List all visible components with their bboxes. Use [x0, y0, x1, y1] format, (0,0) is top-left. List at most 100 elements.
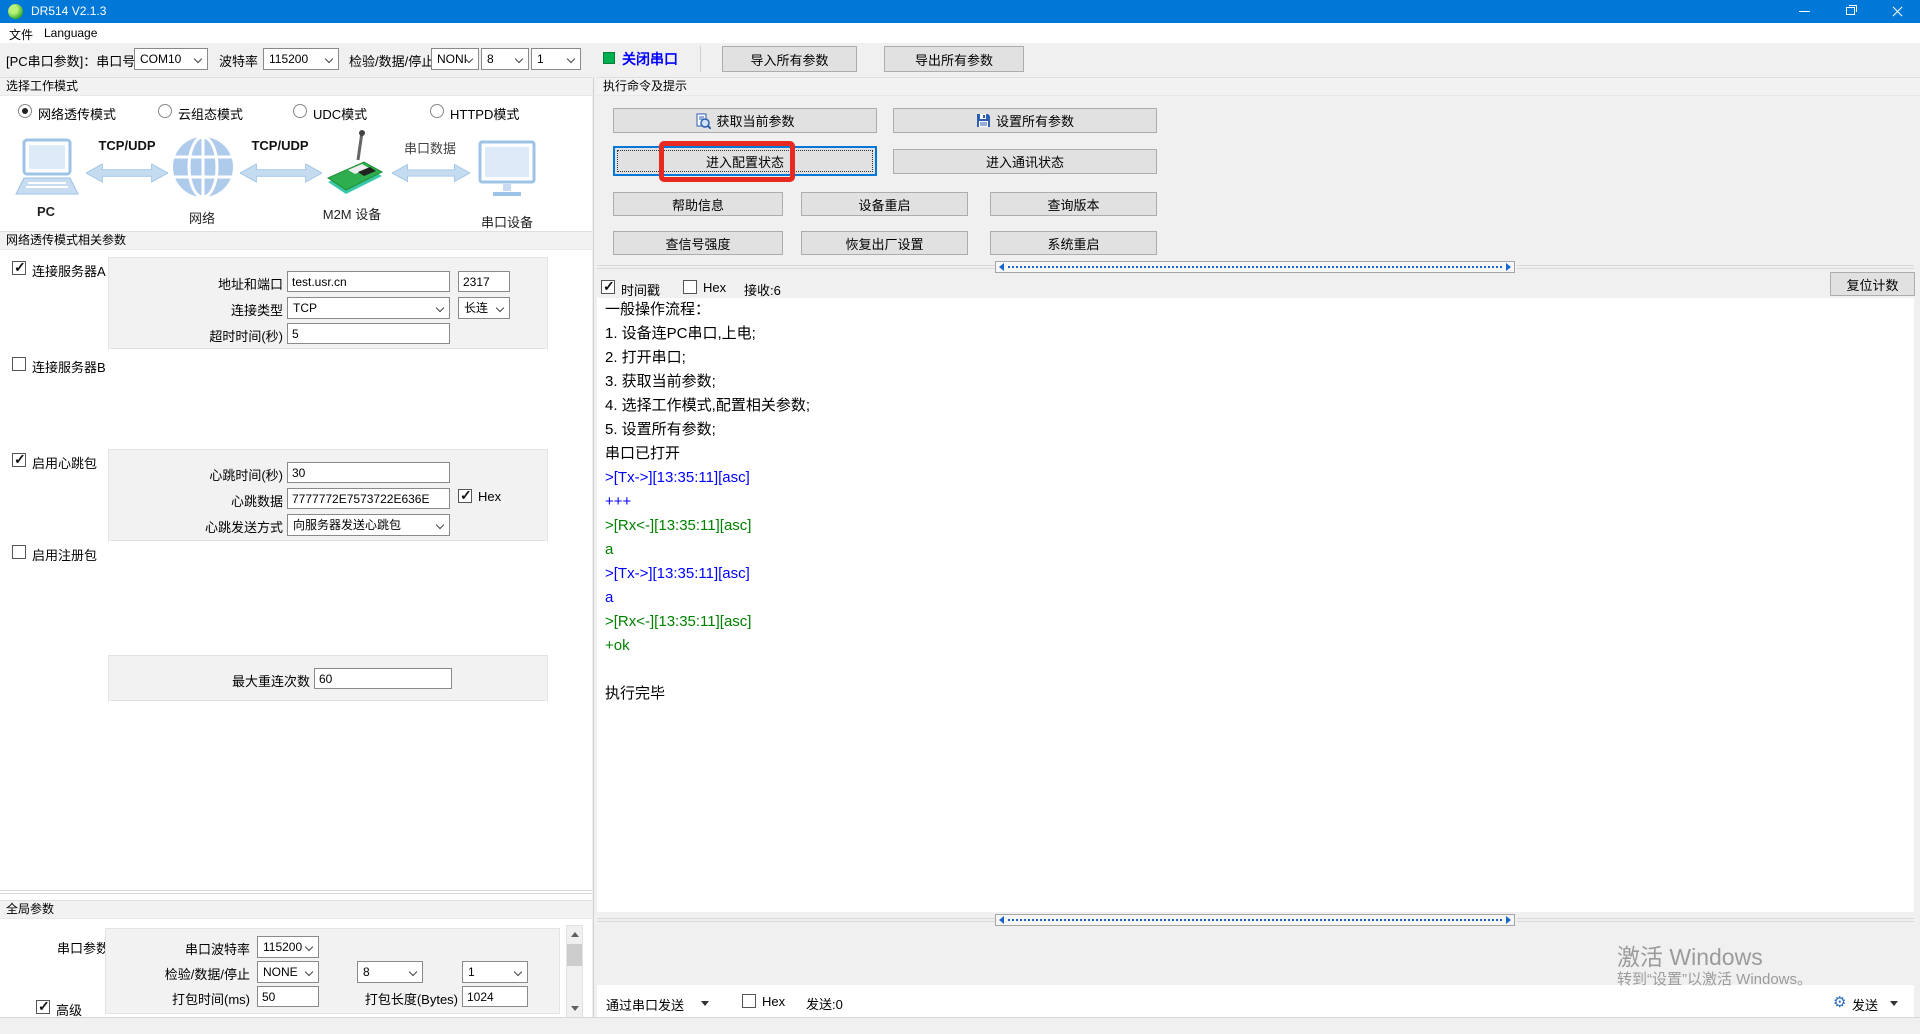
pack-len-input[interactable] — [462, 986, 528, 1007]
chevron-down-icon — [436, 521, 444, 529]
reconnect-input[interactable] — [314, 668, 452, 689]
server-b-checkbox[interactable] — [12, 357, 26, 371]
radio-net-transparent-label: 网络透传模式 — [38, 104, 116, 123]
log-bottom-scrollbar[interactable] — [995, 914, 1515, 926]
heartbeat-data-label: 心跳数据 — [163, 491, 283, 510]
close-button[interactable] — [1874, 0, 1920, 23]
sent-count: 发送:0 — [806, 994, 843, 1013]
log-line: a — [597, 538, 1914, 562]
heartbeat-checkbox[interactable] — [12, 453, 26, 467]
radio-net-transparent[interactable] — [18, 104, 32, 118]
baud-select[interactable]: 115200 — [263, 48, 339, 70]
heartbeat-hex-checkbox[interactable] — [458, 489, 472, 503]
scroll-right-icon[interactable] — [1506, 263, 1511, 271]
diagram-serial-device-label: 串口设备 — [478, 212, 536, 231]
timestamp-checkbox[interactable] — [601, 280, 615, 294]
minimize-button[interactable] — [1782, 0, 1828, 23]
commands-header: 执行命令及提示 — [597, 77, 1920, 96]
send-via-serial-button[interactable]: 通过串口发送 — [606, 995, 684, 1014]
reset-count-button[interactable]: 复位计数 — [1830, 272, 1915, 296]
window-title: DR514 V2.1.3 — [31, 4, 106, 18]
global-frame-label: 检验/数据/停止 — [150, 964, 250, 983]
send-hex-checkbox[interactable] — [742, 994, 756, 1008]
scroll-left-icon[interactable] — [999, 916, 1004, 924]
net-params-header: 网络透传模式相关参数 — [0, 231, 592, 250]
server-a-label: 连接服务器A — [32, 261, 106, 280]
heartbeat-mode-select[interactable]: 向服务器发送心跳包 — [287, 514, 450, 536]
global-stopbits-select[interactable]: 1 — [462, 961, 528, 983]
send-hex-label: Hex — [762, 994, 785, 1009]
heartbeat-mode-label: 心跳发送方式 — [163, 517, 283, 536]
chevron-down-icon[interactable] — [1890, 1001, 1898, 1006]
log-line: 4. 选择工作模式,配置相关参数; — [597, 394, 1914, 418]
chevron-down-icon[interactable] — [701, 1001, 709, 1006]
radio-cloud[interactable] — [158, 104, 172, 118]
reconnect-label: 最大重连次数 — [190, 671, 310, 690]
scroll-right-icon[interactable] — [1506, 916, 1511, 924]
diagram-link3-label: 串口数据 — [395, 138, 465, 157]
query-version-button[interactable]: 查询版本 — [990, 192, 1157, 216]
databits-select[interactable]: 8 — [481, 48, 529, 70]
log-line — [597, 658, 1914, 682]
timeout-input[interactable] — [287, 323, 450, 344]
frame-label: 检验/数据/停止 — [349, 51, 434, 70]
signal-strength-button[interactable]: 查信号强度 — [613, 231, 783, 255]
conn-type-select[interactable]: TCP — [287, 297, 450, 319]
chevron-down-icon — [567, 55, 575, 63]
enter-comm-button[interactable]: 进入通讯状态 — [893, 149, 1157, 174]
global-parity-select[interactable]: NONE — [257, 961, 319, 983]
server-addr-input[interactable] — [287, 271, 450, 292]
chevron-down-icon — [436, 304, 444, 312]
menu-language[interactable]: Language — [44, 26, 97, 40]
heartbeat-time-input[interactable] — [287, 462, 450, 483]
divider — [1517, 265, 1914, 266]
pack-len-label: 打包长度(Bytes) — [350, 989, 458, 1008]
log-line: 一般操作流程： — [597, 298, 1914, 322]
conn-type-label: 连接类型 — [163, 300, 283, 319]
scroll-down-icon[interactable] — [567, 1000, 582, 1017]
factory-reset-button[interactable]: 恢复出厂设置 — [801, 231, 968, 255]
arrow-icon — [86, 160, 168, 186]
radio-httpd[interactable] — [430, 104, 444, 118]
close-port-button[interactable]: 关闭串口 — [622, 49, 678, 69]
status-strip — [0, 1017, 1920, 1034]
heartbeat-data-input[interactable] — [287, 488, 450, 509]
restore-button[interactable] — [1828, 0, 1874, 23]
divider — [0, 893, 592, 894]
device-restart-button[interactable]: 设备重启 — [801, 192, 968, 216]
parity-select[interactable]: NONI — [431, 48, 479, 70]
log-output[interactable]: 一般操作流程：1. 设备连PC串口,上电;2. 打开串口;3. 获取当前参数;4… — [597, 298, 1914, 912]
help-info-button[interactable]: 帮助信息 — [613, 192, 783, 216]
log-top-scrollbar[interactable] — [995, 261, 1515, 273]
addr-port-label: 地址和端口 — [163, 274, 283, 293]
panel-splitter[interactable] — [593, 77, 594, 1017]
keepalive-select[interactable]: 长连 — [458, 297, 510, 319]
scroll-left-icon[interactable] — [999, 263, 1004, 271]
timestamp-label: 时间戳 — [621, 280, 660, 299]
radio-udc[interactable] — [293, 104, 307, 118]
import-params-button[interactable]: 导入所有参数 — [722, 46, 857, 72]
menu-file[interactable]: 文件 — [9, 26, 33, 43]
log-line: 3. 获取当前参数; — [597, 370, 1914, 394]
register-label: 启用注册包 — [32, 545, 97, 564]
global-databits-select[interactable]: 8 — [357, 961, 423, 983]
pack-time-label: 打包时间(ms) — [150, 989, 250, 1008]
stopbits-select[interactable]: 1 — [531, 48, 581, 70]
set-params-button[interactable]: 设置所有参数 — [893, 108, 1157, 133]
get-params-button[interactable]: 获取当前参数 — [613, 108, 877, 133]
divider — [1517, 918, 1914, 919]
pack-time-input[interactable] — [257, 986, 319, 1007]
register-checkbox[interactable] — [12, 545, 26, 559]
server-port-input[interactable] — [458, 271, 510, 292]
scroll-up-icon[interactable] — [567, 926, 582, 943]
export-params-button[interactable]: 导出所有参数 — [884, 46, 1024, 72]
global-baud-select[interactable]: 115200 — [257, 936, 319, 958]
advanced-checkbox[interactable] — [36, 1000, 50, 1014]
log-hex-checkbox[interactable] — [683, 280, 697, 294]
left-scrollbar[interactable] — [566, 925, 583, 1018]
com-port-select[interactable]: COM10 — [134, 48, 208, 70]
scrollbar-thumb[interactable] — [567, 944, 582, 966]
server-a-checkbox[interactable] — [12, 261, 26, 275]
system-restart-button[interactable]: 系统重启 — [990, 231, 1157, 255]
send-button[interactable]: 发送 — [1852, 995, 1878, 1014]
